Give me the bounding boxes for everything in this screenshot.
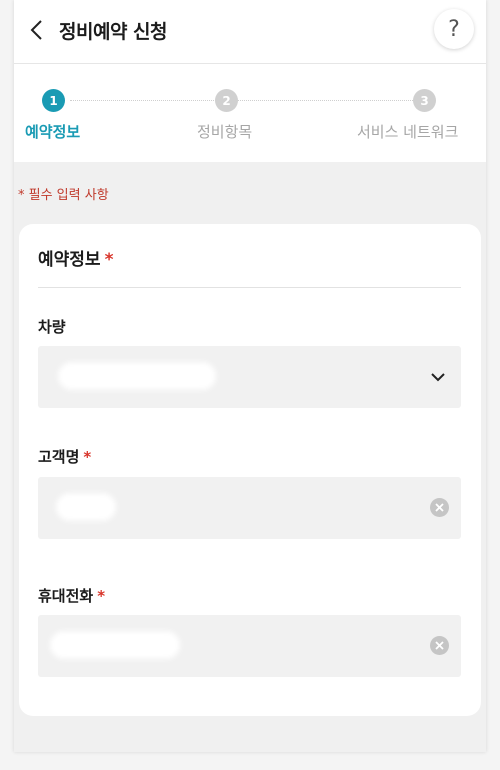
section-title: 예약정보 *: [38, 245, 113, 270]
step-3-label: 서비스 네트워크: [357, 123, 459, 141]
required-mark: *: [97, 587, 106, 605]
section-divider: [38, 287, 461, 288]
step-2-label: 정비항목: [197, 123, 253, 141]
question-mark-icon: ?: [448, 16, 460, 42]
clear-icon[interactable]: [430, 498, 449, 517]
step-number: 1: [49, 93, 58, 108]
customer-name-value-redacted: [56, 493, 116, 521]
vehicle-select[interactable]: [38, 346, 461, 408]
step-number: 2: [222, 93, 231, 108]
required-mark: *: [83, 448, 92, 466]
required-mark: *: [104, 250, 114, 270]
step-connector: [238, 100, 413, 101]
required-fields-note: * 필수 입력 사항: [18, 188, 109, 203]
chevron-left-icon: [30, 20, 42, 40]
step-connector: [70, 100, 216, 101]
phone-input[interactable]: [38, 615, 461, 677]
app-header: 정비예약 신청 ?: [14, 0, 486, 64]
back-button[interactable]: [22, 12, 52, 48]
step-1-indicator: 1: [42, 89, 65, 112]
step-number: 3: [420, 93, 429, 108]
vehicle-label: 차량: [38, 316, 66, 337]
customer-name-label-text: 고객명: [38, 448, 80, 466]
phone-label-text: 휴대전화: [38, 587, 94, 605]
x-mark-icon: [435, 503, 444, 512]
step-2-indicator: 2: [215, 89, 238, 112]
chevron-down-icon[interactable]: [427, 366, 449, 388]
phone-label: 휴대전화 *: [38, 585, 105, 606]
customer-name-input[interactable]: [38, 477, 461, 539]
progress-stepper: [14, 64, 486, 162]
help-button[interactable]: ?: [434, 9, 474, 49]
clear-icon[interactable]: [430, 636, 449, 655]
page-title: 정비예약 신청: [59, 21, 168, 43]
step-3-indicator: 3: [413, 89, 436, 112]
phone-value-redacted: [50, 631, 180, 659]
vehicle-label-text: 차량: [38, 318, 66, 336]
step-1-label: 예약정보: [25, 123, 81, 141]
customer-name-label: 고객명 *: [38, 446, 91, 467]
section-title-text: 예약정보: [38, 250, 101, 270]
x-mark-icon: [435, 641, 444, 650]
vehicle-value-redacted: [58, 362, 216, 390]
